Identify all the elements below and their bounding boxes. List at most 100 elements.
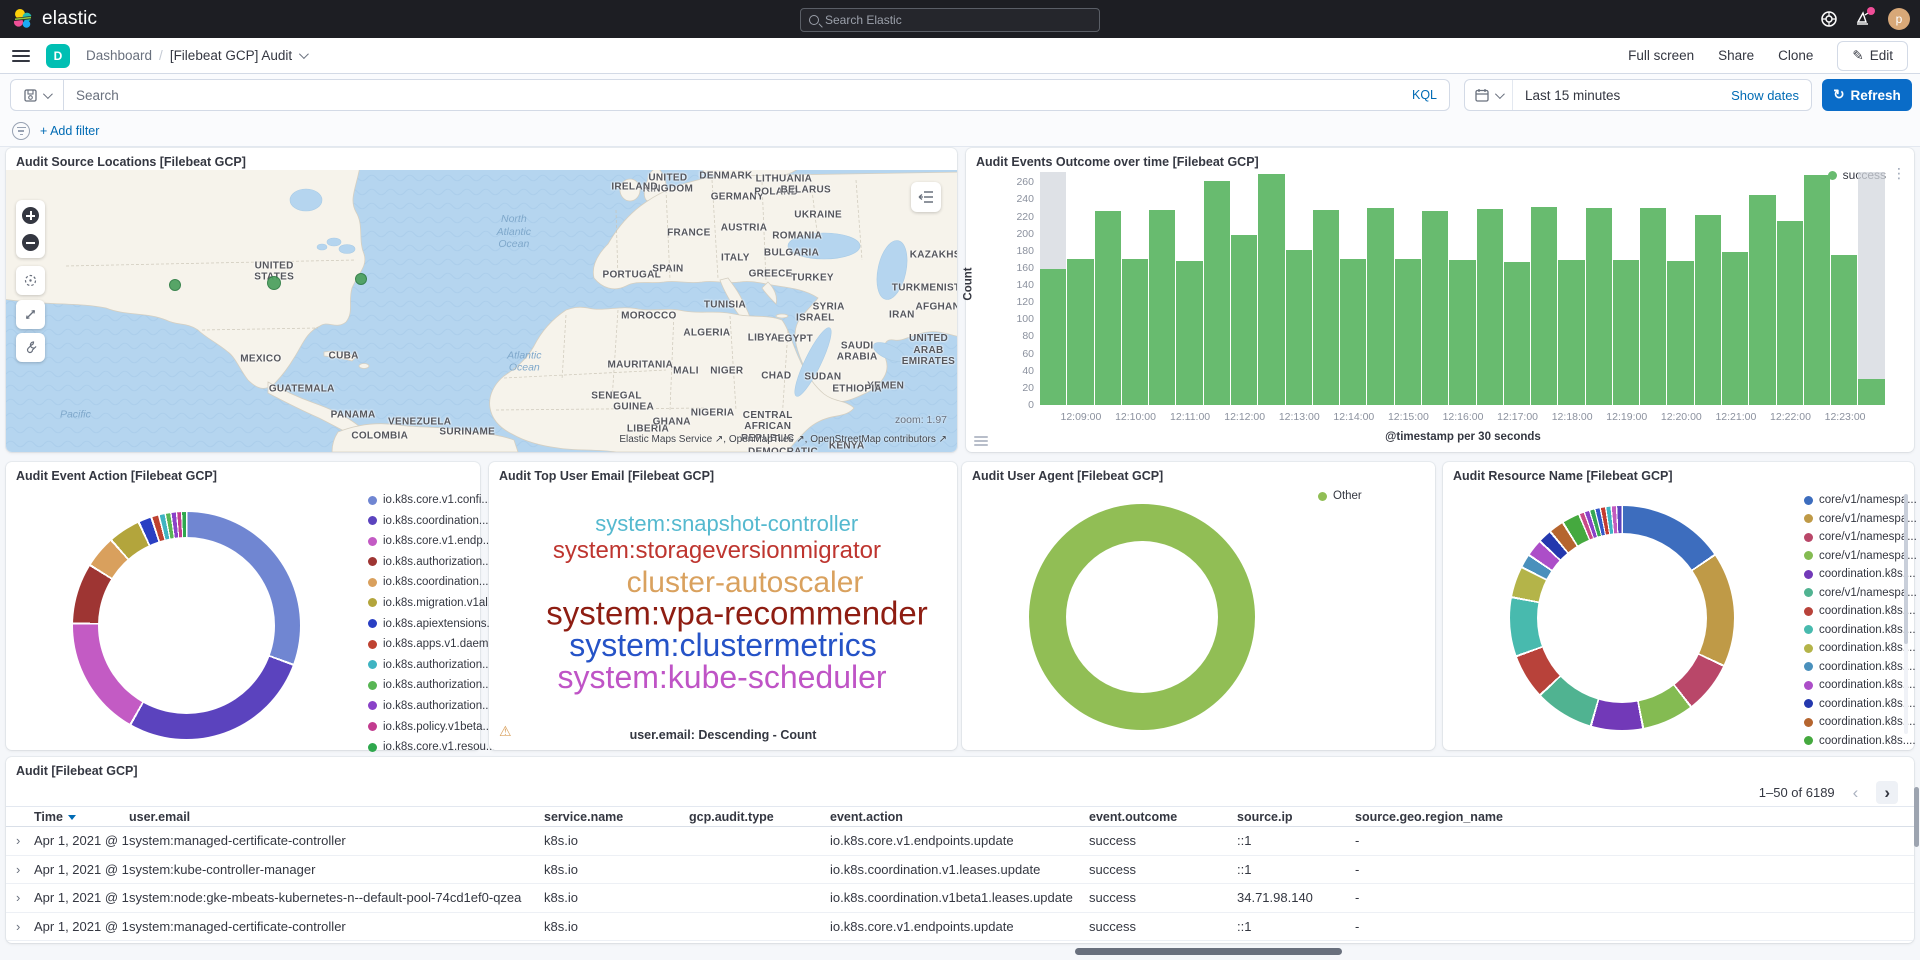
refresh-button[interactable]: ↻ Refresh: [1822, 79, 1912, 111]
column-header[interactable]: Time: [34, 810, 129, 824]
legend-item[interactable]: io.k8s.authorization....: [368, 659, 498, 671]
map-canvas[interactable]: UNITED STATESMEXICOCUBAGUATEMALAPANAMACO…: [6, 170, 957, 452]
legend-item[interactable]: io.k8s.core.v1.resou...: [368, 741, 498, 753]
legend-item[interactable]: core/v1/namespa...: [1804, 494, 1917, 506]
column-header[interactable]: source.geo.region_name: [1355, 810, 1914, 824]
expand-row-icon[interactable]: ›: [6, 833, 34, 848]
legend-item[interactable]: core/v1/namespa...: [1804, 531, 1917, 543]
legend-item[interactable]: coordination.k8s....: [1804, 605, 1917, 617]
legend-scrollbar[interactable]: [1904, 494, 1908, 734]
menu-icon[interactable]: [12, 50, 30, 62]
fit-bounds-button[interactable]: [16, 266, 45, 295]
legend-item[interactable]: Other: [1318, 490, 1362, 502]
help-icon[interactable]: [1820, 10, 1838, 28]
column-header[interactable]: source.ip: [1237, 810, 1355, 824]
share-button[interactable]: Share: [1718, 48, 1754, 63]
legend-item[interactable]: coordination.k8s....: [1804, 624, 1917, 636]
legend-item[interactable]: coordination.k8s....: [1804, 679, 1917, 691]
legend-item[interactable]: io.k8s.core.v1.confi...: [368, 494, 498, 506]
legend-item[interactable]: core/v1/namespa...: [1804, 513, 1917, 525]
legend-item[interactable]: io.k8s.coordination....: [368, 515, 498, 527]
legend-item[interactable]: io.k8s.apiextensions...: [368, 618, 498, 630]
legend-item[interactable]: io.k8s.core.v1.endp...: [368, 535, 498, 547]
legend-dot: [1804, 551, 1813, 560]
legend-item[interactable]: coordination.k8s....: [1804, 735, 1917, 747]
legend-item[interactable]: io.k8s.authorization....: [368, 679, 498, 691]
show-dates-button[interactable]: Show dates: [1731, 88, 1811, 103]
event-action-donut[interactable]: [73, 512, 300, 739]
expand-row-icon[interactable]: ›: [6, 890, 34, 905]
vertical-scrollbar[interactable]: [1914, 787, 1919, 847]
legend-item[interactable]: io.k8s.authorization....: [368, 556, 498, 568]
table-cell: system:managed-certificate-controller: [129, 919, 544, 934]
map-legend-collapse-button[interactable]: [911, 182, 941, 212]
column-header[interactable]: service.name: [544, 810, 689, 824]
full-screen-button[interactable]: Full screen: [1628, 48, 1694, 63]
tools-button[interactable]: [16, 333, 45, 362]
legend-item[interactable]: core/v1/namespa...: [1804, 587, 1917, 599]
expand-row-icon[interactable]: ›: [6, 919, 34, 934]
edit-button[interactable]: ✎ Edit: [1837, 41, 1908, 71]
table-cell: Apr 1, 2021 @ 12:23:37.494: [34, 833, 129, 848]
legend-item[interactable]: coordination.k8s....: [1804, 698, 1917, 710]
zoom-out-button[interactable]: [22, 234, 39, 251]
tag-cloud-word[interactable]: system:clustermetrics: [569, 629, 877, 661]
column-header[interactable]: event.action: [830, 810, 1089, 824]
filter-icon[interactable]: [12, 122, 30, 140]
y-axis-ticks: 020406080100120140160180200220240260: [990, 172, 1034, 405]
map-data-point[interactable]: [169, 279, 181, 291]
tag-cloud-word[interactable]: system:vpa-recommender: [546, 597, 927, 630]
tag-cloud-word[interactable]: system:snapshot-controller: [595, 513, 858, 535]
bar: [1558, 172, 1585, 405]
legend-item[interactable]: io.k8s.apps.v1.daem...: [368, 638, 498, 650]
legend-dot: [1804, 644, 1813, 653]
time-range-value[interactable]: Last 15 minutes: [1513, 88, 1731, 103]
global-search-input[interactable]: Search Elastic: [800, 8, 1100, 32]
measure-tool-button[interactable]: [16, 300, 45, 329]
chevron-down-icon[interactable]: [299, 49, 309, 59]
horizontal-scrollbar[interactable]: [1075, 948, 1342, 955]
legend-item[interactable]: io.k8s.migration.v1al...: [368, 597, 498, 609]
legend-item[interactable]: core/v1/namespa...: [1804, 550, 1917, 562]
legend-dot: [368, 598, 377, 607]
legend-item[interactable]: io.k8s.policy.v1beta...: [368, 721, 498, 733]
add-filter-button[interactable]: + Add filter: [40, 124, 99, 138]
breadcrumb-dashboard[interactable]: Dashboard: [86, 48, 152, 63]
user-agent-donut[interactable]: [1029, 504, 1255, 730]
bar: [1531, 172, 1558, 405]
map-attribution[interactable]: Elastic Maps Service ↗, OpenMapTiles ↗, …: [619, 434, 947, 445]
newsfeed-icon[interactable]: [1854, 10, 1872, 28]
clone-button[interactable]: Clone: [1778, 48, 1813, 63]
column-header[interactable]: gcp.audit.type: [689, 810, 830, 824]
legend-menu-icon[interactable]: ⋮: [1892, 165, 1906, 182]
next-page-button[interactable]: ›: [1876, 781, 1898, 804]
calendar-button[interactable]: [1465, 80, 1513, 110]
legend-item[interactable]: io.k8s.authorization....: [368, 700, 498, 712]
chart-options-icon[interactable]: [974, 436, 988, 448]
column-header[interactable]: event.outcome: [1089, 810, 1237, 824]
legend-item[interactable]: coordination.k8s....: [1804, 661, 1917, 673]
zoom-in-button[interactable]: [22, 207, 39, 224]
expand-row-icon[interactable]: ›: [6, 862, 34, 877]
prev-page-button[interactable]: ‹: [1845, 781, 1867, 804]
bar: [1286, 172, 1313, 405]
tag-cloud-word[interactable]: system:kube-scheduler: [558, 661, 887, 693]
kql-language-button[interactable]: KQL: [1412, 88, 1437, 102]
resource-name-donut[interactable]: [1510, 506, 1734, 730]
space-badge[interactable]: D: [46, 44, 70, 68]
legend-item[interactable]: coordination.k8s....: [1804, 716, 1917, 728]
kql-search-input[interactable]: Search KQL: [64, 79, 1450, 111]
elastic-logo[interactable]: elastic: [12, 8, 97, 30]
saved-query-button[interactable]: [10, 79, 64, 111]
tag-cloud-word[interactable]: cluster-autoscaler: [627, 568, 864, 598]
column-header[interactable]: user.email: [129, 810, 544, 824]
legend-item[interactable]: coordination.k8s....: [1804, 568, 1917, 580]
avatar[interactable]: p: [1888, 8, 1910, 30]
legend-item[interactable]: coordination.k8s....: [1804, 642, 1917, 654]
map-data-point[interactable]: [355, 273, 367, 285]
legend-item[interactable]: io.k8s.coordination....: [368, 576, 498, 588]
map-data-point[interactable]: [267, 276, 281, 290]
bar: [1176, 172, 1203, 405]
tag-cloud-word[interactable]: system:storageversionmigrator: [553, 539, 881, 563]
bar: [1858, 172, 1885, 405]
